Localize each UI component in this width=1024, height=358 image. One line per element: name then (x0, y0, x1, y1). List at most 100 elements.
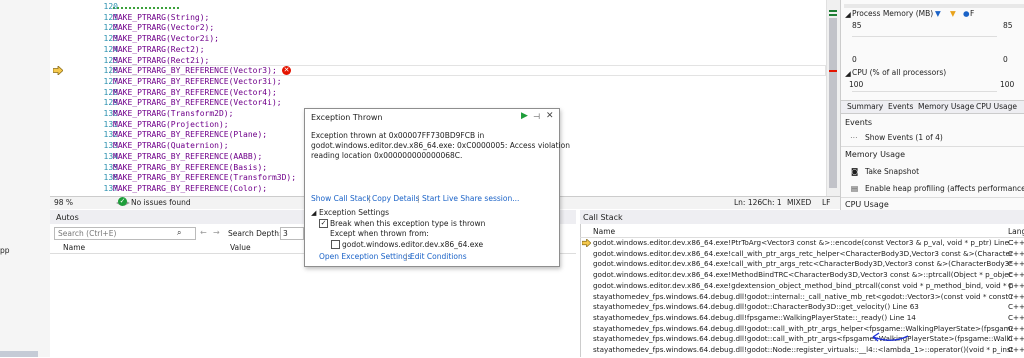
call-stack-lang: C++ (1008, 323, 1024, 333)
call-stack-row[interactable]: godot.windows.editor.dev.x86_64.exe!call… (593, 249, 1013, 259)
zoom-level[interactable]: 98 % (54, 198, 73, 207)
annotation-arrow (872, 332, 909, 342)
autos-col-value[interactable]: Value (230, 243, 251, 252)
tab-events[interactable]: Events (888, 102, 913, 111)
line-ending[interactable]: LF (822, 198, 831, 207)
call-stack-row[interactable]: stayathomedev_fps.windows.64.debug.dll!f… (593, 313, 1013, 323)
autos-search-input[interactable]: Search (Ctrl+E) ⌕ (54, 227, 196, 240)
copy-details-link[interactable]: Copy Details (372, 194, 419, 203)
line-number-gutter: 131 (103, 119, 118, 129)
code-line[interactable]: MAKE_PTRARG_BY_REFERENCE(Plane); (113, 130, 267, 141)
call-stack-row[interactable]: godot.windows.editor.dev.x86_64.exe!Meth… (593, 270, 1013, 280)
line-number-gutter: 122 (103, 23, 118, 33)
divider (841, 197, 1024, 198)
char-number: Ch: 1 (762, 198, 782, 207)
line-number-gutter: 135 (103, 162, 118, 172)
break-checkbox[interactable]: ✓ (319, 219, 328, 228)
gc-legend-icon: ▼ (935, 9, 941, 18)
call-stack-row[interactable]: stayathomedev_fps.windows.64.debug.dll!g… (593, 302, 1013, 312)
call-stack-row[interactable]: stayathomedev_fps.windows.64.debug.dll!g… (593, 334, 1013, 344)
code-line[interactable]: MAKE_PTRARG(Quaternion); (113, 141, 229, 152)
mem-gridline (852, 36, 997, 37)
line-number-gutter: 121 (103, 12, 118, 22)
debug-mode: MIXED (787, 198, 812, 207)
continue-icon[interactable]: ▶ (521, 111, 528, 121)
legend-f: F (970, 9, 975, 18)
call-stack-row[interactable]: godot.windows.editor.dev.x86_64.exe!PtrT… (593, 238, 1013, 248)
show-call-stack-link[interactable]: Show Call Stack (311, 194, 371, 203)
call-stack-row[interactable]: stayathomedev_fps.windows.64.debug.dll!g… (593, 345, 1013, 355)
close-icon[interactable]: ✕ (546, 111, 554, 121)
call-stack-title-bar: Call Stack (580, 210, 1024, 224)
code-line[interactable]: MAKE_PTRARG(Projection); (113, 120, 229, 131)
code-line[interactable]: MAKE_PTRARG(Vector2i); (113, 34, 219, 45)
pin-icon[interactable]: ⊣ (533, 112, 540, 121)
code-line[interactable]: MAKE_PTRARG(String); (113, 13, 209, 24)
mem-max-left: 85 (852, 21, 862, 30)
show-events-link[interactable]: Show Events (1 of 4) (865, 133, 943, 142)
no-issues-icon: ✓ (118, 197, 127, 206)
code-line[interactable]: MAKE_PTRARG(Vector2); (113, 23, 214, 34)
collapse-icon[interactable]: ◢ (845, 10, 851, 19)
exception-message-1: Exception thrown at 0x00007FF730BD9FCB i… (311, 131, 485, 140)
left-panel (0, 0, 50, 357)
call-stack-row[interactable]: stayathomedev_fps.windows.64.debug.dll!g… (593, 292, 1013, 302)
back-arrow-icon[interactable]: ← (200, 228, 207, 237)
except-item: godot.windows.editor.dev.x86_64.exe (342, 240, 484, 249)
mem-max-right: 85 (1003, 21, 1013, 30)
expand-icon[interactable]: ◢ (311, 209, 316, 217)
events-icon: ⋯ (850, 133, 858, 142)
except-checkbox[interactable] (331, 240, 340, 249)
code-line[interactable]: MAKE_PTRARG_BY_REFERENCE(Vector3); (113, 66, 277, 77)
code-line[interactable]: MAKE_PTRARG_BY_REFERENCE(Vector3i); (113, 77, 282, 88)
line-number-gutter: 125 (103, 55, 118, 65)
search-icon[interactable]: ⌕ (177, 228, 181, 238)
call-stack-col-lang[interactable]: Lang (1008, 227, 1024, 236)
line-number-gutter: 124 (103, 44, 118, 54)
search-depth-label: Search Depth: (228, 229, 282, 238)
line-number-gutter: 126 (103, 66, 118, 76)
call-stack-lang: C++ (1008, 291, 1024, 301)
code-line[interactable]: MAKE_PTRARG_BY_REFERENCE(Color); (113, 184, 267, 195)
code-line[interactable]: MAKE_PTRARG_BY_REFERENCE(Vector4); (113, 88, 277, 99)
take-snapshot-button[interactable]: Take Snapshot (865, 167, 919, 176)
search-depth-select[interactable]: 3 (280, 227, 304, 240)
scrollbar-thumb[interactable] (829, 18, 837, 188)
autos-col-name[interactable]: Name (63, 243, 85, 252)
link-separator: | (368, 194, 371, 203)
cpu-gridline (852, 91, 997, 92)
call-stack-row[interactable]: godot.windows.editor.dev.x86_64.exe!gdex… (593, 281, 1013, 291)
mem-min-left: 0 (852, 55, 857, 64)
heap-profiling-toggle[interactable]: Enable heap profiling (affects performan… (865, 184, 1024, 193)
edit-conditions-link[interactable]: Edit Conditions (410, 252, 467, 261)
cpu-usage-header: CPU Usage (845, 200, 889, 209)
code-line[interactable]: MAKE_PTRARG(Rect2i); (113, 56, 209, 67)
forward-arrow-icon[interactable]: → (213, 228, 220, 237)
issues-status[interactable]: No issues found (131, 198, 191, 207)
call-stack-row[interactable]: stayathomedev_fps.windows.64.debug.dll!g… (593, 324, 1013, 334)
live-share-link[interactable]: Start Live Share session... (422, 194, 519, 203)
call-stack-row[interactable]: godot.windows.editor.dev.x86_64.exe!call… (593, 259, 1013, 269)
code-line[interactable]: MAKE_PTRARG_BY_REFERENCE(Basis); (113, 163, 267, 174)
collapse-icon[interactable]: ◢ (845, 69, 851, 78)
search-depth-value: 3 (283, 229, 288, 238)
tab-summary[interactable]: Summary (847, 102, 883, 111)
code-line[interactable]: MAKE_PTRARG_BY_REFERENCE(Transform3D); (113, 173, 296, 184)
code-line[interactable]: MAKE_PTRARG_BY_REFERENCE(AABB); (113, 152, 262, 163)
tab-memory-usage[interactable]: Memory Usage (918, 102, 974, 111)
exception-message-3: reading location 0x000000000000068C. (311, 151, 463, 160)
scroll-marker (829, 10, 837, 12)
code-line[interactable]: MAKE_PTRARG(Rect2); (113, 45, 205, 56)
error-icon: ✕ (282, 66, 291, 75)
code-line[interactable]: MAKE_PTRARG_BY_REFERENCE(Vector4i); (113, 98, 282, 109)
line-number-gutter: 134 (103, 151, 118, 161)
process-memory-label: Process Memory (MB) (852, 9, 934, 18)
tab-cpu-usage[interactable]: CPU Usage (976, 102, 1017, 111)
exception-message-2: godot.windows.editor.dev.x86_64.exe: 0xC… (311, 141, 571, 150)
open-exception-settings-link[interactable]: Open Exception Settings (319, 252, 411, 261)
left-panel-selection[interactable] (0, 351, 38, 357)
call-stack-lang: C++ (1008, 280, 1024, 290)
call-stack-col-name[interactable]: Name (593, 227, 615, 236)
current-frame-arrow-icon (582, 239, 591, 247)
code-line[interactable]: MAKE_PTRARG(Transform2D); (113, 109, 233, 120)
